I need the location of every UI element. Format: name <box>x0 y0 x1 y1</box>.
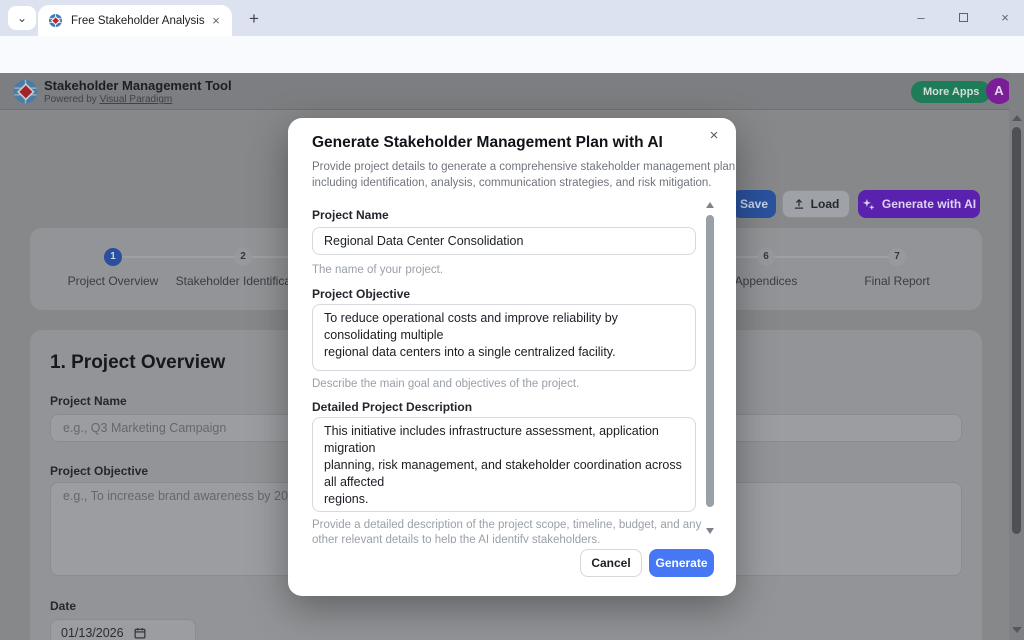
description-line3: regions. <box>324 491 684 508</box>
objective-line1: To reduce operational costs and improve … <box>324 310 684 344</box>
section-heading: 1. Project Overview <box>50 352 225 374</box>
date-label: Date <box>50 599 76 613</box>
scroll-up-icon[interactable] <box>1012 115 1022 121</box>
modal-project-objective-help: Describe the main goal and objectives of… <box>312 377 579 392</box>
step-7-label: Final Report <box>817 274 977 288</box>
project-objective-label: Project Objective <box>50 464 148 478</box>
modal-scrollbar-thumb[interactable] <box>706 215 714 507</box>
calendar-icon[interactable] <box>134 627 146 639</box>
modal-description-line2: including identification, analysis, comm… <box>312 175 735 191</box>
upload-icon <box>793 198 805 210</box>
window-close-button[interactable]: × <box>990 6 1020 30</box>
browser-toolbar: ← → ai-toolbox.visual-paradigm.com/app/s… <box>0 36 1024 73</box>
favicon-icon <box>48 13 63 28</box>
project-name-label: Project Name <box>50 394 127 408</box>
tab-close-icon[interactable]: × <box>208 13 224 29</box>
step-6-circle[interactable]: 6 <box>757 248 775 266</box>
date-input[interactable]: 01/13/2026 <box>50 619 196 640</box>
scroll-down-icon[interactable] <box>1012 627 1022 633</box>
new-tab-button[interactable]: + <box>242 7 266 31</box>
browser-tab[interactable]: Free Stakeholder Analysis Tool | × <box>38 5 232 36</box>
step-2-circle[interactable]: 2 <box>234 248 252 266</box>
step-7-circle[interactable]: 7 <box>888 248 906 266</box>
visual-paradigm-logo <box>12 78 39 105</box>
modal-scroll-up-icon[interactable] <box>706 202 714 208</box>
modal-scroll-down-icon[interactable] <box>706 528 714 534</box>
window-maximize-button[interactable] <box>948 6 978 30</box>
page-scrollbar-thumb[interactable] <box>1012 127 1021 534</box>
save-button[interactable]: Save <box>732 190 776 218</box>
modal-title: Generate Stakeholder Management Plan wit… <box>312 134 663 152</box>
tab-search-button[interactable]: ⌄ <box>8 6 36 30</box>
modal-project-name-input[interactable]: Regional Data Center Consolidation <box>312 227 696 255</box>
browser-window: ⌄ Free Stakeholder Analysis Tool | × + –… <box>0 0 1024 640</box>
chevron-down-icon: ⌄ <box>17 11 27 25</box>
description-help-line1: Provide a detailed description of the pr… <box>312 518 701 533</box>
modal-description: Provide project details to generate a co… <box>312 159 735 191</box>
modal-project-name-help: The name of your project. <box>312 263 443 278</box>
tab-strip: ⌄ Free Stakeholder Analysis Tool | × + –… <box>0 0 1024 36</box>
modal-detailed-description-label: Detailed Project Description <box>312 400 472 414</box>
modal-project-objective-textarea[interactable]: To reduce operational costs and improve … <box>312 304 696 371</box>
load-label: Load <box>811 197 840 211</box>
step-1-circle[interactable]: 1 <box>104 248 122 266</box>
load-button[interactable]: Load <box>782 190 850 218</box>
visual-paradigm-link[interactable]: Visual Paradigm <box>100 94 173 105</box>
more-apps-button[interactable]: More Apps <box>911 81 991 103</box>
generate-plan-modal: × Generate Stakeholder Management Plan w… <box>288 118 736 596</box>
description-line1: This initiative includes infrastructure … <box>324 423 684 457</box>
description-line2: planning, risk management, and stakehold… <box>324 457 684 491</box>
generate-with-ai-button[interactable]: Generate with AI <box>858 190 980 218</box>
sparkles-icon <box>862 198 875 211</box>
cancel-button[interactable]: Cancel <box>580 549 642 577</box>
app-header: Stakeholder Management Tool Powered by V… <box>0 73 1024 110</box>
modal-close-icon[interactable]: × <box>704 126 724 146</box>
powered-by: Powered by Visual Paradigm <box>44 94 172 105</box>
description-help-line2: other relevant details to help the AI id… <box>312 533 701 543</box>
page-scrollbar[interactable] <box>1009 73 1024 640</box>
modal-description-line1: Provide project details to generate a co… <box>312 159 735 175</box>
generate-ai-label: Generate with AI <box>882 197 976 211</box>
modal-detailed-description-textarea[interactable]: This initiative includes infrastructure … <box>312 417 696 512</box>
powered-by-prefix: Powered by <box>44 94 100 105</box>
page-title: Stakeholder Management Tool <box>44 78 232 93</box>
window-minimize-button[interactable]: – <box>906 6 936 30</box>
modal-project-name-label: Project Name <box>312 208 389 222</box>
objective-line2: regional data centers into a single cent… <box>324 344 684 361</box>
generate-button[interactable]: Generate <box>649 549 714 577</box>
maximize-icon <box>959 13 968 22</box>
date-value: 01/13/2026 <box>61 626 124 640</box>
tab-title: Free Stakeholder Analysis Tool | <box>71 15 208 27</box>
modal-scroll-area: Project Name Regional Data Center Consol… <box>288 196 736 543</box>
modal-scrollbar[interactable] <box>704 198 716 543</box>
modal-detailed-description-help: Provide a detailed description of the pr… <box>312 518 701 543</box>
modal-project-objective-label: Project Objective <box>312 287 410 301</box>
